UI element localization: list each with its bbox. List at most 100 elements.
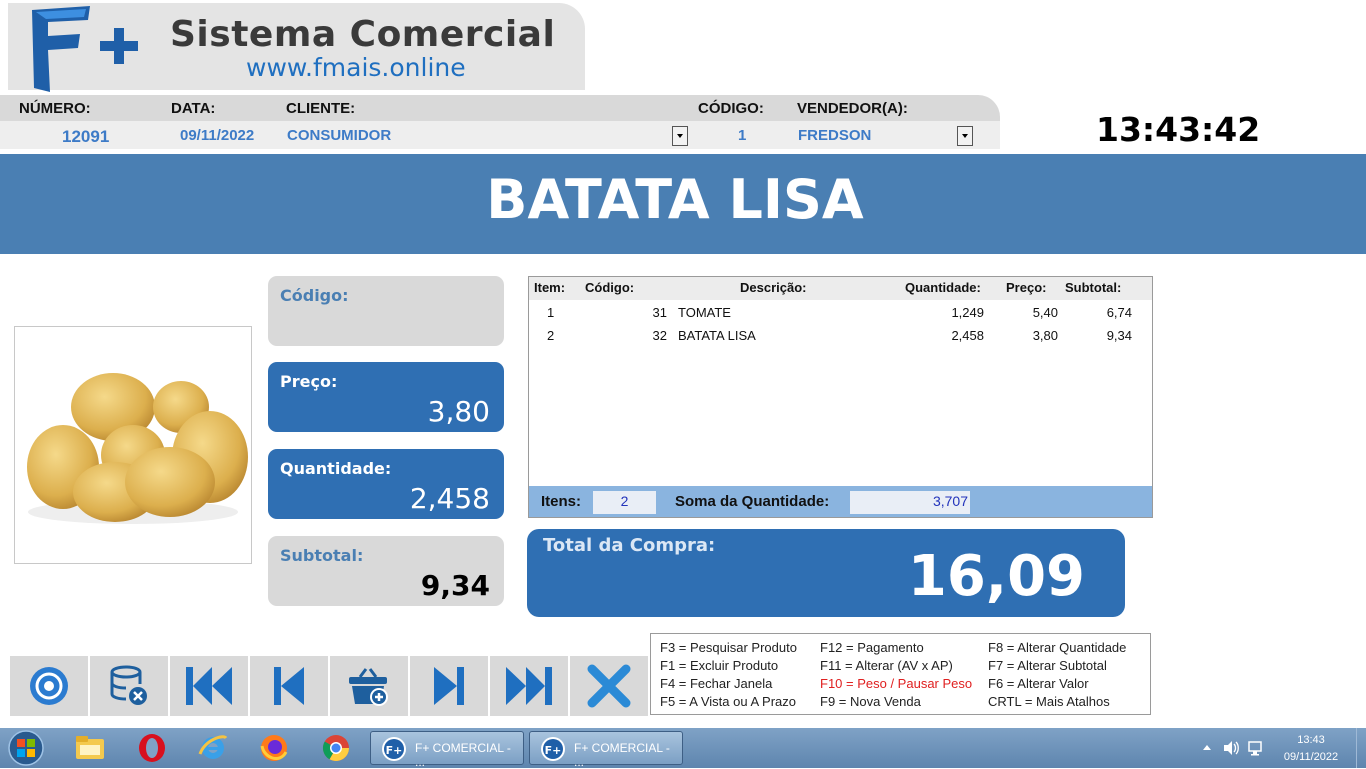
header-descricao: Descrição: — [740, 280, 807, 295]
header-quantidade: Quantidade: — [905, 280, 981, 295]
next-record-button[interactable] — [410, 656, 488, 716]
header-codigo: Código: — [585, 280, 635, 295]
network-icon[interactable] — [1247, 739, 1265, 757]
row-preco: 3,80 — [1032, 328, 1058, 343]
next-record-icon — [434, 667, 464, 705]
shortcut-f9: F9 = Nova Venda — [820, 694, 921, 709]
row-item: 1 — [547, 305, 555, 320]
preco-box: Preço: 3,80 — [268, 362, 504, 432]
subtotal-value: 9,34 — [420, 569, 490, 602]
vendedor-dropdown-button[interactable] — [957, 126, 973, 146]
codigo-box[interactable]: Código: — [268, 276, 504, 346]
close-icon — [587, 664, 631, 708]
first-record-icon — [186, 667, 232, 705]
row-quantidade: 1,249 — [951, 305, 984, 320]
last-record-button[interactable] — [490, 656, 568, 716]
previous-record-button[interactable] — [250, 656, 328, 716]
shortcut-f6: F6 = Alterar Valor — [988, 676, 1089, 691]
row-subtotal: 9,34 — [1106, 328, 1132, 343]
total-value: 16,09 — [907, 544, 1085, 609]
codigo-value: 1 — [738, 127, 747, 144]
shortcut-f12: F12 = Pagamento — [820, 640, 924, 655]
windows-start-icon[interactable] — [6, 730, 46, 766]
disc-icon — [30, 667, 68, 705]
show-desktop-button[interactable] — [1356, 728, 1366, 768]
fmais-app-icon: F+ — [541, 737, 565, 761]
row-codigo: 32 — [652, 328, 667, 343]
file-explorer-icon[interactable] — [74, 733, 106, 763]
row-item: 2 — [547, 328, 555, 343]
codigo-label: CÓDIGO: — [698, 100, 764, 117]
action-toolbar — [10, 656, 650, 716]
tray-time[interactable]: 13:43 — [1280, 734, 1342, 746]
database-delete-icon — [110, 665, 147, 705]
shortcut-f5: F5 = A Vista ou A Prazo — [660, 694, 796, 709]
codigo-box-label: Código: — [280, 286, 349, 305]
taskbar-window-label: F+ COMERCIAL - ... — [574, 741, 670, 769]
previous-record-icon — [274, 667, 304, 705]
potato-image-icon — [27, 373, 248, 524]
cliente-dropdown-button[interactable] — [672, 126, 688, 146]
shortcut-f3: F3 = Pesquisar Produto — [660, 640, 797, 655]
quantidade-label: Quantidade: — [280, 459, 392, 478]
shortcut-f10: F10 = Peso / Pausar Peso — [820, 676, 973, 691]
vendedor-select[interactable]: FREDSON — [798, 127, 871, 144]
data-label: DATA: — [171, 100, 216, 117]
basket-add-icon — [349, 668, 388, 706]
product-image — [14, 326, 252, 564]
shortcut-f1: F1 = Excluir Produto — [660, 658, 779, 673]
svg-text:F+: F+ — [386, 744, 403, 757]
brand-title: Sistema Comercial — [170, 14, 556, 55]
last-record-icon — [506, 667, 552, 705]
clock: 13:43:42 — [1096, 110, 1261, 149]
header-subtotal: Subtotal: — [1065, 280, 1122, 295]
shortcut-f8: F8 = Alterar Quantidade — [988, 640, 1127, 655]
total-label: Total da Compra: — [543, 535, 716, 556]
subtotal-label: Subtotal: — [280, 546, 364, 565]
firefox-icon[interactable] — [258, 732, 290, 764]
chrome-icon[interactable] — [320, 732, 352, 764]
preco-value: 3,80 — [427, 395, 490, 428]
svg-text:F+: F+ — [545, 744, 562, 757]
internet-explorer-icon[interactable] — [197, 732, 229, 764]
opera-icon[interactable] — [136, 733, 168, 763]
close-button[interactable] — [570, 656, 648, 716]
delete-product-button[interactable] — [90, 656, 168, 716]
first-record-button[interactable] — [170, 656, 248, 716]
basket-add-button[interactable] — [330, 656, 408, 716]
shortcut-ctrl: CRTL = Mais Atalhos — [988, 694, 1110, 709]
numero-value: 12091 — [62, 127, 110, 146]
fmais-logo-icon — [32, 6, 138, 92]
product-banner-title: BATATA LISA — [486, 168, 864, 231]
row-quantidade: 2,458 — [951, 328, 984, 343]
row-subtotal: 6,74 — [1106, 305, 1132, 320]
brand-url: www.fmais.online — [246, 53, 466, 82]
show-hidden-icons-icon[interactable] — [1201, 742, 1213, 752]
subtotal-box: Subtotal: 9,34 — [268, 536, 504, 606]
numero-label: NÚMERO: — [19, 100, 91, 117]
row-codigo: 31 — [652, 305, 667, 320]
taskbar-window-button[interactable]: F+ F+ COMERCIAL - ... — [529, 731, 683, 769]
cliente-label: CLIENTE: — [286, 100, 356, 117]
tray-date[interactable]: 09/11/2022 — [1280, 751, 1342, 763]
itens-count: 2 — [620, 493, 629, 509]
row-descricao: BATATA LISA — [678, 328, 756, 343]
soma-label: Soma da Quantidade: — [675, 493, 830, 510]
itens-label: Itens: — [541, 493, 582, 510]
header-item: Item: — [534, 280, 566, 295]
shortcut-f4: F4 = Fechar Janela — [660, 676, 773, 691]
quantidade-box: Quantidade: 2,458 — [268, 449, 504, 519]
cliente-select[interactable]: CONSUMIDOR — [287, 127, 391, 144]
shortcut-f11: F11 = Alterar (AV x AP) — [820, 658, 953, 673]
preco-label: Preço: — [280, 372, 338, 391]
row-preco: 5,40 — [1032, 305, 1058, 320]
row-descricao: TOMATE — [678, 305, 731, 320]
taskbar-window-button[interactable]: F+ F+ COMERCIAL - ... — [370, 731, 524, 769]
fmais-app-icon: F+ — [382, 737, 406, 761]
data-value[interactable]: 09/11/2022 — [180, 127, 254, 144]
quantidade-value: 2,458 — [409, 482, 490, 515]
disc-button[interactable] — [10, 656, 88, 716]
soma-value: 3,707 — [932, 493, 968, 509]
volume-icon[interactable] — [1222, 739, 1240, 757]
taskbar-window-label: F+ COMERCIAL - ... — [415, 741, 511, 769]
